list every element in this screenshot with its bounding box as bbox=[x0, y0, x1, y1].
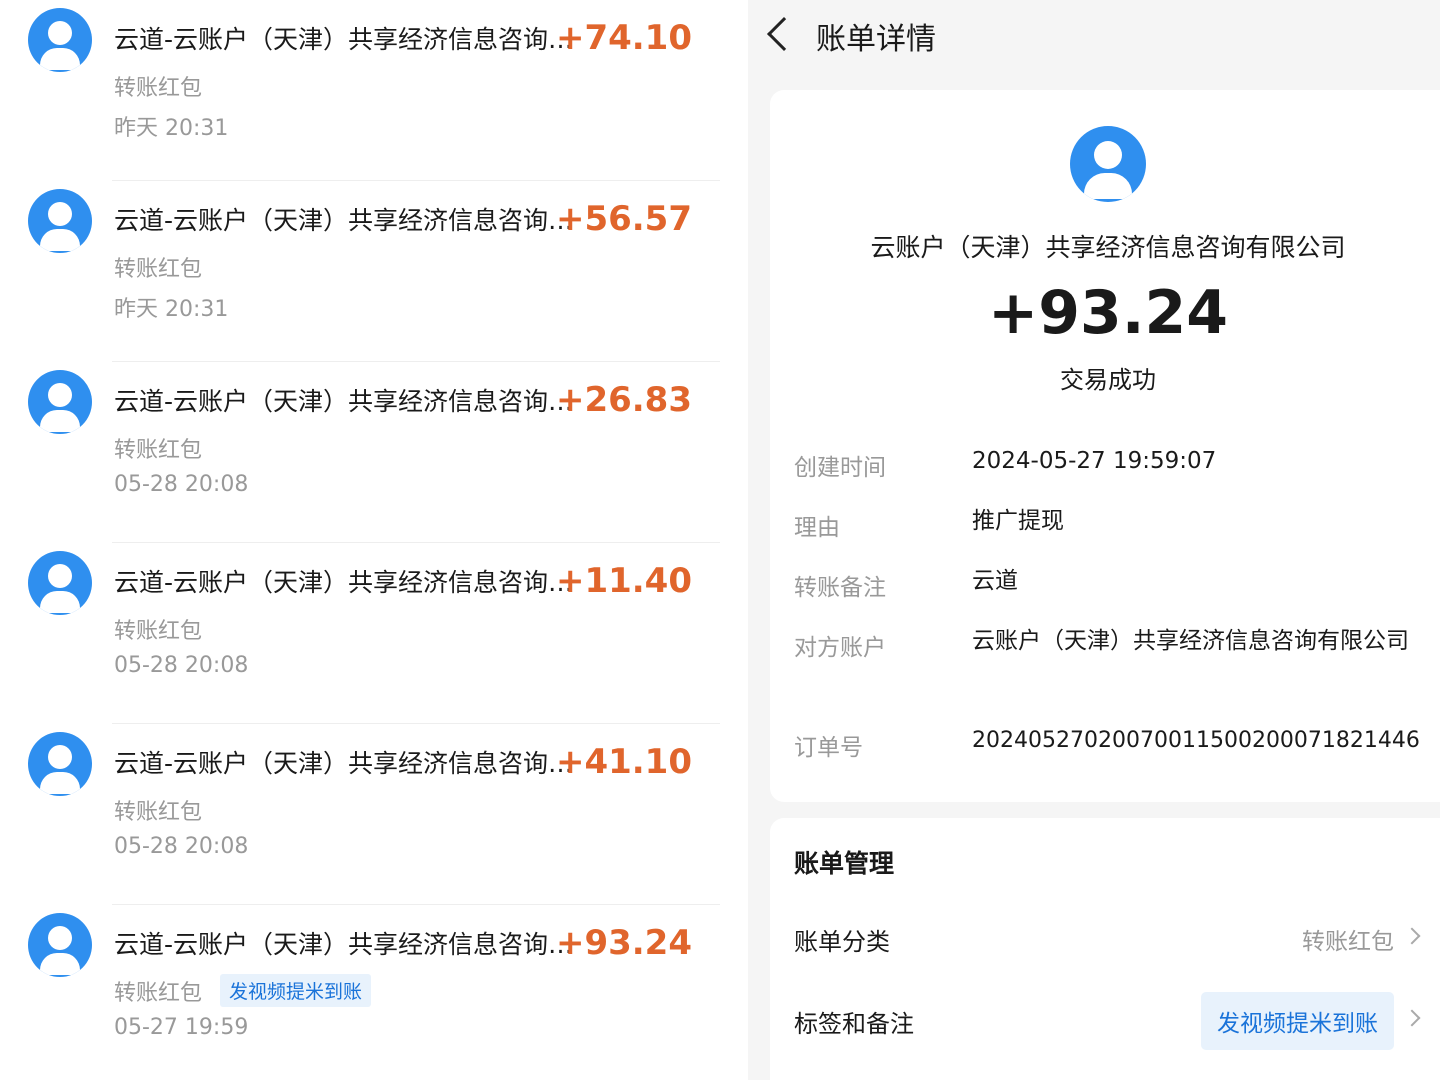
page-title: 账单详情 bbox=[816, 22, 936, 57]
transaction-type: 转账红包 bbox=[114, 438, 203, 463]
transaction-time: 昨天 20:31 bbox=[114, 297, 229, 322]
transaction-amount: +11.40 bbox=[555, 561, 692, 601]
transaction-title: 云道-云账户（天津）共享经济信息咨询有限公司 bbox=[114, 206, 584, 235]
chevron-right-icon bbox=[1403, 1009, 1421, 1027]
transaction-amount: +93.24 bbox=[555, 923, 692, 963]
transaction-type: 转账红包 bbox=[114, 76, 203, 101]
chevron-right-icon bbox=[1403, 927, 1421, 945]
avatar bbox=[28, 370, 92, 434]
tags-notes-row[interactable]: 标签和备注 发视频提米到账 bbox=[794, 992, 1434, 1050]
bill-detail-panel: 账单详情 云账户（天津）共享经济信息咨询有限公司 +93.24 交易成功 创建时… bbox=[748, 0, 1440, 1080]
transaction-title: 云道-云账户（天津）共享经济信息咨询有限公司 bbox=[114, 930, 584, 959]
avatar bbox=[1070, 126, 1146, 202]
transaction-type: 转账红包 bbox=[114, 257, 203, 282]
transaction-amount: +26.83 bbox=[555, 380, 692, 420]
row-label: 订单号 bbox=[794, 735, 863, 761]
transaction-type: 转账红包 bbox=[114, 981, 203, 1006]
category-value: 转账红包 bbox=[1302, 929, 1394, 955]
list-item[interactable]: 云道-云账户（天津）共享经济信息咨询有限公司 +41.10 转账红包 05-28… bbox=[0, 724, 748, 905]
counterparty-name: 云账户（天津）共享经济信息咨询有限公司 bbox=[870, 233, 1346, 262]
bill-category-row[interactable]: 账单分类 转账红包 bbox=[794, 910, 1434, 964]
avatar bbox=[28, 913, 92, 977]
list-item[interactable]: 云道-云账户（天津）共享经济信息咨询有限公司 +56.57 转账红包 昨天 20… bbox=[0, 181, 748, 362]
transaction-title: 云道-云账户（天津）共享经济信息咨询有限公司 bbox=[114, 568, 584, 597]
transaction-time: 05-27 19:59 bbox=[114, 1015, 249, 1040]
status-text: 交易成功 bbox=[1060, 366, 1156, 394]
avatar bbox=[28, 189, 92, 253]
transaction-tag: 发视频提米到账 bbox=[220, 974, 372, 1007]
row-value: 云账户（天津）共享经济信息咨询有限公司 bbox=[972, 628, 1409, 654]
avatar bbox=[28, 551, 92, 615]
transaction-title: 云道-云账户（天津）共享经济信息咨询有限公司 bbox=[114, 387, 584, 416]
transaction-list: 云道-云账户（天津）共享经济信息咨询有限公司 +74.10 转账红包 昨天 20… bbox=[0, 0, 748, 1080]
list-item[interactable]: 云道-云账户（天津）共享经济信息咨询有限公司 +93.24 转账红包 发视频提米… bbox=[0, 905, 748, 1080]
row-label: 对方账户 bbox=[794, 635, 886, 661]
avatar bbox=[28, 732, 92, 796]
row-value: 2024-05-27 19:59:07 bbox=[972, 448, 1217, 474]
transaction-title: 云道-云账户（天津）共享经济信息咨询有限公司 bbox=[114, 25, 584, 54]
row-label: 创建时间 bbox=[794, 455, 886, 481]
row-label: 转账备注 bbox=[794, 575, 886, 601]
row-value: 云道 bbox=[972, 568, 1018, 594]
row-value[interactable]: 20240527020070011500200071821446 bbox=[972, 722, 1434, 760]
bill-management-card: 账单管理 账单分类 转账红包 标签和备注 发视频提米到账 bbox=[770, 818, 1440, 1080]
transaction-amount: +56.57 bbox=[555, 199, 692, 239]
transaction-time: 昨天 20:31 bbox=[114, 116, 229, 141]
transaction-time: 05-28 20:08 bbox=[114, 472, 249, 497]
avatar bbox=[28, 8, 92, 72]
row-label: 理由 bbox=[794, 515, 840, 541]
list-item[interactable]: 云道-云账户（天津）共享经济信息咨询有限公司 +74.10 转账红包 昨天 20… bbox=[0, 0, 748, 181]
section-title: 账单管理 bbox=[794, 849, 895, 878]
transaction-title: 云道-云账户（天津）共享经济信息咨询有限公司 bbox=[114, 749, 584, 778]
row-label: 账单分类 bbox=[794, 928, 890, 956]
list-item[interactable]: 云道-云账户（天津）共享经济信息咨询有限公司 +26.83 转账红包 05-28… bbox=[0, 362, 748, 543]
transaction-type: 转账红包 bbox=[114, 800, 203, 825]
transaction-amount: +74.10 bbox=[555, 18, 692, 58]
list-item[interactable]: 云道-云账户（天津）共享经济信息咨询有限公司 +11.40 转账红包 05-28… bbox=[0, 543, 748, 724]
transaction-time: 05-28 20:08 bbox=[114, 653, 249, 678]
back-arrow-icon[interactable] bbox=[767, 17, 801, 51]
row-value: 推广提现 bbox=[972, 508, 1064, 534]
transaction-type: 转账红包 bbox=[114, 619, 203, 644]
row-label: 标签和备注 bbox=[794, 1010, 914, 1038]
tag-chip[interactable]: 发视频提米到账 bbox=[1201, 992, 1394, 1050]
transaction-amount: +41.10 bbox=[555, 742, 692, 782]
detail-card: 云账户（天津）共享经济信息咨询有限公司 +93.24 交易成功 创建时间 202… bbox=[770, 90, 1440, 802]
transaction-time: 05-28 20:08 bbox=[114, 834, 249, 859]
top-bar: 账单详情 bbox=[748, 0, 1440, 70]
detail-amount: +93.24 bbox=[987, 278, 1229, 348]
